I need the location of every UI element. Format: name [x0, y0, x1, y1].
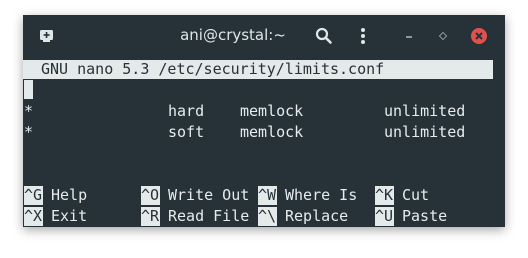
- nano-header-bar: GNU nano 5.3 /etc/security/limits.conf: [23, 60, 493, 79]
- shortcut-key-paste[interactable]: ^U: [375, 207, 394, 226]
- shortcut-key-replace[interactable]: ^\: [258, 207, 277, 226]
- line-domain: *: [24, 123, 34, 141]
- shortcut-label-where-is: Where Is: [285, 186, 358, 204]
- line-value: unlimited: [384, 102, 466, 120]
- maximize-icon[interactable]: [437, 29, 449, 47]
- line-type: hard: [168, 102, 205, 120]
- shortcut-key-exit[interactable]: ^X: [24, 207, 43, 226]
- search-icon[interactable]: [315, 27, 333, 50]
- minimize-icon[interactable]: [403, 29, 415, 47]
- line-value: unlimited: [384, 123, 466, 141]
- shortcut-label-help: Help: [51, 186, 88, 204]
- shortcut-key-write-out[interactable]: ^O: [141, 186, 160, 205]
- shortcut-key-read-file[interactable]: ^R: [141, 207, 160, 226]
- shortcut-key-cut[interactable]: ^K: [375, 186, 394, 205]
- shortcut-row-2: ^X Exit ^R Read File ^\ Replace ^U Paste: [23, 206, 505, 227]
- shortcut-row-1: ^G Help ^O Write Out ^W Where Is ^K Cut: [23, 185, 505, 206]
- shortcut-label-cut: Cut: [402, 186, 430, 204]
- file-line[interactable]: * hard memlock unlimited: [23, 101, 505, 122]
- line-item: memlock: [240, 123, 304, 141]
- nano-header-text: GNU nano 5.3 /etc/security/limits.conf: [41, 60, 385, 78]
- shortcut-key-help[interactable]: ^G: [24, 186, 43, 205]
- terminal-window: ani@crystal:~ GNU nano 5.3 /etc/security…: [23, 15, 505, 227]
- kebab-menu-icon[interactable]: [359, 27, 367, 50]
- line-domain: *: [24, 102, 34, 120]
- title-bar: ani@crystal:~: [23, 15, 505, 58]
- text-cursor: [24, 80, 33, 99]
- shortcut-key-where-is[interactable]: ^W: [258, 186, 277, 205]
- file-line[interactable]: * soft memlock unlimited: [23, 122, 505, 143]
- line-item: memlock: [240, 102, 304, 120]
- shortcut-label-exit: Exit: [51, 207, 88, 225]
- shortcut-label-paste: Paste: [402, 207, 448, 225]
- shortcut-label-write-out: Write Out: [168, 186, 250, 204]
- nano-editor[interactable]: GNU nano 5.3 /etc/security/limits.conf *…: [23, 58, 505, 227]
- new-tab-icon[interactable]: [39, 29, 55, 48]
- shortcut-label-read-file: Read File: [168, 207, 250, 225]
- line-type: soft: [168, 123, 205, 141]
- shortcut-label-replace: Replace: [285, 207, 349, 225]
- close-icon[interactable]: [470, 27, 488, 50]
- window-title: ani@crystal:~: [180, 26, 286, 44]
